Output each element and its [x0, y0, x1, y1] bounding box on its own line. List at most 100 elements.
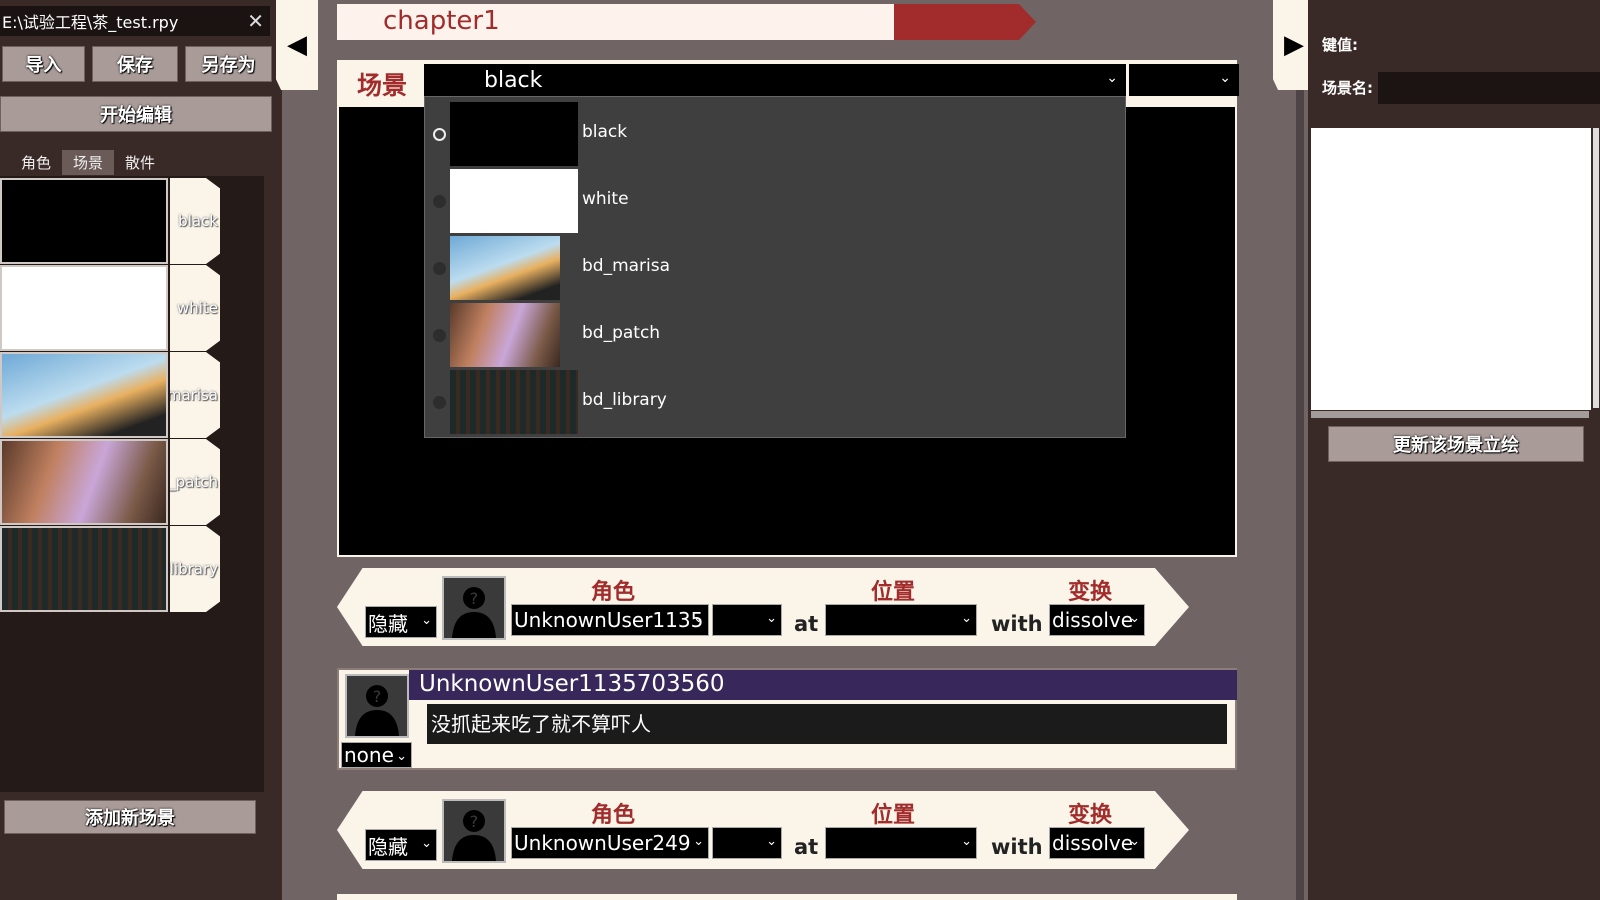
expression-select[interactable]: ⌄ [712, 827, 782, 859]
scene-select-value: black [484, 67, 543, 93]
scene-item-black[interactable]: black [0, 178, 222, 264]
option-label: bd_marisa [582, 256, 671, 276]
scene-name-input[interactable] [1378, 72, 1600, 104]
chapter-title[interactable]: chapter1 [383, 6, 500, 36]
scene-item-patch[interactable]: _patch [0, 439, 222, 525]
chevron-down-icon: ⌄ [421, 613, 432, 628]
at-label: at [794, 835, 819, 859]
avatar-icon[interactable]: ? [345, 674, 409, 738]
file-tab[interactable]: E:\试验工程\茶_test.rpy ✕ [0, 6, 270, 36]
scene-tag: black [170, 178, 220, 264]
position-select[interactable]: ⌄ [825, 827, 977, 859]
scene-tag: library [170, 526, 220, 612]
option-thumbnail [450, 102, 578, 166]
scene-select[interactable]: black ⌄ [424, 64, 1126, 96]
file-path: E:\试验工程\茶_test.rpy [2, 13, 179, 32]
transform-heading: 变换 [1068, 580, 1113, 605]
chevron-down-icon: ⌄ [766, 834, 777, 849]
scene-tag: white [170, 265, 220, 351]
next-dialogue-box [337, 894, 1237, 900]
left-panel: E:\试验工程\茶_test.rpy ✕ 导入 保存 另存为 开始编辑 角色 场… [0, 0, 282, 900]
expression-value: none [344, 743, 394, 767]
scene-dropdown: black white bd_marisa bd_patch bd_librar… [424, 96, 1126, 438]
chevron-down-icon: ⌄ [1129, 834, 1140, 849]
radio-icon [433, 329, 446, 342]
avatar-icon[interactable]: ? [442, 576, 506, 640]
scene-transition-select[interactable]: ⌄ [1129, 64, 1239, 96]
option-label: bd_patch [582, 323, 661, 343]
tab-parts[interactable]: 散件 [114, 150, 166, 175]
character-heading: 角色 [591, 803, 636, 828]
position-select[interactable]: ⌄ [825, 604, 977, 636]
import-button[interactable]: 导入 [2, 46, 85, 82]
preview-horizontal-scrollbar[interactable] [1311, 411, 1589, 418]
dialogue-text-input[interactable]: 没抓起来吃了就不算吓人 [427, 704, 1227, 744]
scene-thumbnail [0, 265, 168, 351]
scene-tag: _patch [170, 439, 220, 525]
visibility-select[interactable]: 隐藏 ⌄ [365, 606, 437, 638]
scene-item-library[interactable]: library [0, 526, 222, 612]
transform-select[interactable]: dissolve ⌄ [1049, 604, 1145, 636]
scene-thumbnail [0, 439, 168, 525]
dropdown-option-bd-patch[interactable]: bd_patch [425, 301, 1125, 369]
radio-icon [433, 396, 446, 409]
chevron-down-icon: ⌄ [961, 611, 972, 626]
transform-select[interactable]: dissolve ⌄ [1049, 827, 1145, 859]
visibility-value: 隐藏 [368, 611, 408, 636]
scene-tag: marisa [170, 352, 220, 438]
dropdown-option-white[interactable]: white [425, 167, 1125, 235]
collapse-left-icon[interactable]: ◀ [276, 0, 318, 90]
key-label: 键值: [1322, 36, 1358, 54]
save-as-button[interactable]: 另存为 [185, 46, 272, 82]
chevron-down-icon: ⌄ [421, 836, 432, 851]
option-thumbnail [450, 370, 578, 434]
close-icon[interactable]: ✕ [247, 9, 264, 33]
position-heading: 位置 [871, 580, 916, 605]
position-heading: 位置 [871, 803, 916, 828]
dropdown-option-bd-library[interactable]: bd_library [425, 368, 1125, 436]
character-value: UnknownUser1135 [514, 608, 704, 632]
scene-preview [1311, 128, 1591, 410]
svg-text:?: ? [470, 812, 479, 831]
radio-icon [433, 195, 446, 208]
save-button[interactable]: 保存 [92, 46, 178, 82]
dialogue-expression-select[interactable]: none ⌄ [341, 742, 412, 768]
add-scene-button[interactable]: 添加新场景 [4, 800, 256, 834]
scene-thumbnail [0, 526, 168, 612]
preview-vertical-scrollbar[interactable] [1593, 128, 1599, 408]
dropdown-option-bd-marisa[interactable]: bd_marisa [425, 234, 1125, 302]
character-select[interactable]: UnknownUser1135 ⌄ [511, 604, 709, 636]
visibility-select[interactable]: 隐藏 ⌄ [365, 829, 437, 861]
tab-characters[interactable]: 角色 [10, 150, 62, 175]
avatar-icon[interactable]: ? [442, 799, 506, 863]
transform-heading: 变换 [1068, 803, 1113, 828]
scene-item-white[interactable]: white [0, 265, 222, 351]
right-panel: 键值: 场景名: 更新该场景立绘 [1308, 0, 1600, 900]
scene-name-label: 场景名: [1322, 79, 1373, 97]
speaker-name[interactable]: UnknownUser1135703560 [419, 671, 725, 697]
character-select[interactable]: UnknownUser249 ⌄ [511, 827, 709, 859]
chevron-down-icon: ⌄ [1106, 70, 1118, 86]
scene-label: 场景 [357, 71, 408, 100]
chevron-down-icon: ⌄ [693, 611, 704, 626]
start-edit-button[interactable]: 开始编辑 [0, 96, 272, 132]
expression-select[interactable]: ⌄ [712, 604, 782, 636]
dialogue-box: UnknownUser1135703560 ? 没抓起来吃了就不算吓人 none… [337, 668, 1237, 770]
chevron-down-icon: ⌄ [961, 834, 972, 849]
option-thumbnail [450, 236, 560, 300]
chevron-down-icon: ⌄ [1219, 70, 1231, 86]
scene-item-marisa[interactable]: marisa [0, 352, 222, 438]
radio-selected-icon [433, 128, 446, 141]
dropdown-option-black[interactable]: black [425, 100, 1125, 168]
chevron-down-icon: ⌄ [693, 834, 704, 849]
main-scrollbar[interactable] [1296, 90, 1304, 900]
option-thumbnail [450, 169, 578, 233]
svg-text:?: ? [470, 589, 479, 608]
at-label: at [794, 612, 819, 636]
svg-text:?: ? [373, 687, 382, 706]
update-scene-button[interactable]: 更新该场景立绘 [1328, 426, 1584, 462]
chevron-down-icon: ⌄ [1129, 611, 1140, 626]
tab-scenes[interactable]: 场景 [62, 150, 114, 175]
transform-value: dissolve [1052, 608, 1134, 632]
chevron-down-icon: ⌄ [396, 749, 407, 764]
